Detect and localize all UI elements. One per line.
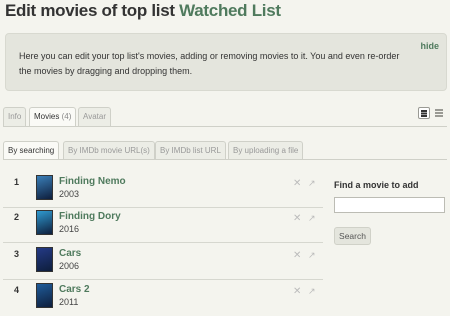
- tab-avatar-label: Avatar: [83, 112, 106, 121]
- subtab-label: By IMDb list URL: [160, 146, 221, 155]
- hide-link[interactable]: hide: [420, 41, 439, 51]
- page-title: Edit movies of top list Watched List: [5, 1, 281, 21]
- subtab-label: By uploading a file: [233, 146, 299, 155]
- movie-poster[interactable]: [36, 175, 53, 200]
- movie-poster[interactable]: [36, 283, 53, 308]
- move-icon[interactable]: ↗: [308, 250, 316, 260]
- grid-view-icon[interactable]: [418, 107, 430, 119]
- page-title-prefix: Edit movies of top list: [5, 1, 180, 20]
- close-icon[interactable]: ✕: [293, 214, 301, 224]
- movie-rank: 1: [14, 177, 20, 187]
- close-icon[interactable]: ✕: [293, 179, 301, 189]
- movie-rank: 2: [14, 212, 20, 222]
- tab-movies[interactable]: Movies (4): [29, 107, 77, 127]
- subtab-by-searching[interactable]: By searching: [3, 141, 60, 160]
- movie-row[interactable]: 1 Finding Nemo 2003 ✕ ↗: [3, 171, 323, 208]
- subtab-by-imdb-list-url[interactable]: By IMDb list URL: [155, 141, 226, 159]
- info-box: Here you can edit your top list's movies…: [5, 33, 447, 91]
- movie-year: 2016: [59, 224, 80, 234]
- list-name-link[interactable]: Watched List: [179, 1, 281, 20]
- movie-search-input[interactable]: [334, 197, 445, 213]
- movie-rank: 3: [14, 249, 20, 259]
- close-icon[interactable]: ✕: [293, 251, 301, 261]
- movie-rank: 4: [14, 285, 20, 295]
- movie-title-link[interactable]: Cars 2: [59, 284, 90, 295]
- movie-year: 2011: [59, 297, 79, 307]
- movie-title-link[interactable]: Finding Nemo: [59, 176, 126, 187]
- movie-poster[interactable]: [36, 247, 53, 272]
- movie-row[interactable]: 4 Cars 2 2011 ✕ ↗: [3, 279, 323, 316]
- tab-avatar[interactable]: Avatar: [78, 107, 111, 126]
- subtab-by-uploading-file[interactable]: By uploading a file: [228, 141, 304, 159]
- tab-info[interactable]: Info: [3, 107, 27, 126]
- info-text: Here you can edit your top list's movies…: [19, 51, 400, 76]
- tab-info-label: Info: [8, 112, 22, 121]
- tabs-divider: [3, 126, 447, 127]
- movie-year: 2006: [59, 261, 80, 271]
- movie-year: 2003: [59, 189, 80, 199]
- subtab-by-imdb-movie-url[interactable]: By IMDb movie URL(s): [63, 141, 155, 159]
- finder-title: Find a movie to add: [334, 180, 419, 190]
- movie-row[interactable]: 3 Cars 2006 ✕ ↗: [3, 243, 323, 280]
- list-view-icon[interactable]: [435, 109, 444, 117]
- close-icon[interactable]: ✕: [293, 287, 301, 297]
- move-icon[interactable]: ↗: [308, 286, 316, 296]
- move-icon[interactable]: ↗: [308, 213, 316, 223]
- move-icon[interactable]: ↗: [308, 178, 316, 188]
- search-button[interactable]: Search: [334, 227, 371, 245]
- tab-movies-label: Movies: [34, 112, 60, 121]
- movie-poster[interactable]: [36, 210, 53, 235]
- tab-movies-count: (4): [61, 112, 72, 121]
- movie-title-link[interactable]: Cars: [59, 248, 81, 259]
- movie-title-link[interactable]: Finding Dory: [59, 211, 121, 222]
- subtab-label: By searching: [8, 146, 55, 155]
- subtabs-divider: [3, 159, 447, 160]
- subtab-label: By IMDb movie URL(s): [68, 146, 150, 155]
- movie-row[interactable]: 2 Finding Dory 2016 ✕ ↗: [3, 206, 323, 243]
